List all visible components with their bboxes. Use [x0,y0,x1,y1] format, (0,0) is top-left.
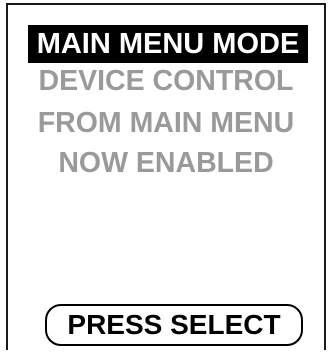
message-line-2: FROM MAIN MENU [37,107,295,139]
message-line-1: DEVICE CONTROL [38,65,294,97]
message-line-3: NOW ENABLED [58,147,274,179]
press-select-button[interactable]: PRESS SELECT [45,304,303,346]
screen-title: MAIN MENU MODE [28,25,308,63]
